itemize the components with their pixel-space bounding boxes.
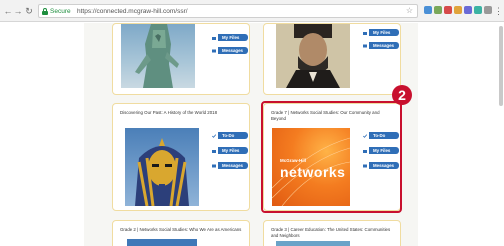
course-title[interactable]: Discovering Our Past: A History of the W…	[120, 110, 243, 116]
secure-label: Secure	[50, 8, 71, 15]
to-do-button[interactable]: To-Do	[210, 132, 248, 139]
course-thumbnail[interactable]	[276, 241, 350, 246]
extension-icon[interactable]	[444, 6, 452, 14]
folder-icon	[363, 31, 367, 35]
callout-number-badge: 2	[392, 85, 412, 105]
url-text[interactable]: https://connected.mcgraw-hill.com/ssr/	[77, 6, 188, 17]
extension-icon[interactable]	[474, 6, 482, 14]
envelope-icon	[212, 164, 216, 167]
tutankhamun-mask-image	[135, 138, 189, 206]
course-thumbnail[interactable]	[127, 239, 197, 246]
course-card[interactable]: Grade 3 | Career Education: The United S…	[263, 220, 401, 246]
my-files-button[interactable]: My Files	[361, 29, 399, 36]
scrollbar[interactable]	[499, 26, 503, 106]
extension-icon[interactable]	[464, 6, 472, 14]
bookmark-star-icon[interactable]: ☆	[406, 5, 413, 17]
course-card[interactable]: My Files Messages	[112, 23, 250, 95]
lincoln-portrait-image	[286, 24, 340, 88]
folder-icon	[212, 149, 216, 153]
folder-icon	[212, 36, 216, 40]
course-thumbnail[interactable]	[276, 24, 350, 88]
messages-button[interactable]: Messages	[361, 42, 399, 49]
extension-icon[interactable]	[424, 6, 432, 14]
reload-icon[interactable]: ↻	[24, 5, 34, 17]
course-card[interactable]: My Files Messages	[263, 23, 401, 95]
my-files-button[interactable]: My Files	[210, 147, 248, 154]
browser-toolbar: ← → ↻ Secure https://connected.mcgraw-hi…	[0, 0, 504, 22]
messages-button[interactable]: Messages	[210, 162, 248, 169]
envelope-icon	[363, 44, 367, 47]
extension-icon[interactable]	[434, 6, 442, 14]
envelope-icon	[212, 49, 216, 52]
course-title[interactable]: Grade 2 | Networks Social Studies: Who W…	[120, 227, 243, 233]
course-card[interactable]: Grade 2 | Networks Social Studies: Who W…	[112, 220, 250, 246]
course-title[interactable]: Grade 3 | Career Education: The United S…	[271, 227, 394, 238]
course-thumbnail[interactable]	[125, 128, 199, 206]
messages-button[interactable]: Messages	[210, 47, 248, 54]
menu-icon[interactable]: ⋮	[494, 5, 503, 17]
course-card[interactable]: Discovering Our Past: A History of the W…	[112, 103, 250, 211]
extension-icon[interactable]	[454, 6, 462, 14]
checkbox-icon	[212, 133, 216, 138]
my-files-button[interactable]: My Files	[210, 34, 248, 41]
back-icon[interactable]: ←	[3, 5, 13, 17]
lock-icon	[42, 8, 48, 15]
forward-icon[interactable]: →	[13, 5, 23, 17]
extension-icon[interactable]	[484, 6, 492, 14]
statue-of-liberty-image	[135, 24, 179, 88]
course-thumbnail[interactable]	[121, 24, 195, 88]
highlight-outline	[261, 101, 402, 213]
address-bar[interactable]: Secure https://connected.mcgraw-hill.com…	[38, 4, 418, 18]
